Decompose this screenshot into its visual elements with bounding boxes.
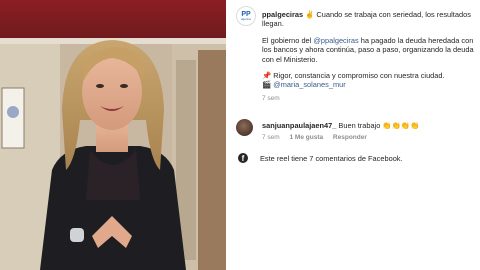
post-username[interactable]: ppalgeciras — [262, 10, 303, 19]
comment-time[interactable]: 7 sem — [262, 134, 280, 141]
caption-para2-pre: El gobierno del — [262, 35, 314, 45]
ppalgeciras-avatar[interactable]: PP algeciras — [236, 6, 256, 26]
caption-para-3: 📌 Rigor, constancia y compromiso con nue… — [262, 71, 474, 90]
commenter-avatar[interactable] — [236, 119, 253, 136]
comment-likes[interactable]: 1 Me gusta — [290, 134, 324, 141]
caption-para-1: ppalgeciras ✌️ Cuando se trabaja con ser… — [262, 10, 474, 29]
clapper-emoji: 🎬 — [262, 80, 272, 90]
victory-emoji: ✌️ — [305, 10, 315, 19]
mention-ppalgeciras[interactable]: @ppalgeciras — [313, 36, 358, 45]
post-timestamp[interactable]: 7 sem — [262, 94, 474, 103]
post-caption: ppalgeciras ✌️ Cuando se trabaja con ser… — [262, 10, 474, 103]
pin-emoji: 📌 — [262, 71, 272, 81]
caption-para-2: El gobierno del @ppalgeciras ha pagado l… — [262, 36, 474, 64]
clap-emojis: 👏👏👏👏 — [382, 121, 420, 130]
reel-video[interactable] — [0, 0, 226, 270]
pp-logo-text: PP — [241, 11, 251, 18]
reply-button[interactable]: Responder — [333, 134, 367, 141]
mention-maria-solanes[interactable]: @maria_solanes_mur — [273, 80, 345, 89]
pp-logo-sub: algeciras — [240, 18, 251, 21]
comment-username[interactable]: sanjuanpaulajaen47_ — [262, 121, 336, 130]
comment-meta: 7 sem 1 Me gusta Responder — [262, 134, 375, 141]
facebook-comments-text: Este reel tiene 7 comentarios de Faceboo… — [260, 154, 403, 163]
caption-para3-line: Rigor, constancia y compromiso con nuest… — [273, 71, 445, 81]
comment-text: Buen trabajo — [338, 121, 381, 130]
facebook-icon: f — [238, 153, 248, 163]
video-frame-image — [0, 0, 226, 270]
post-panel: PP algeciras ppalgeciras ✌️ Cuando se tr… — [226, 0, 480, 270]
comment-text-row: sanjuanpaulajaen47_ Buen trabajo 👏👏👏👏 — [262, 121, 472, 130]
